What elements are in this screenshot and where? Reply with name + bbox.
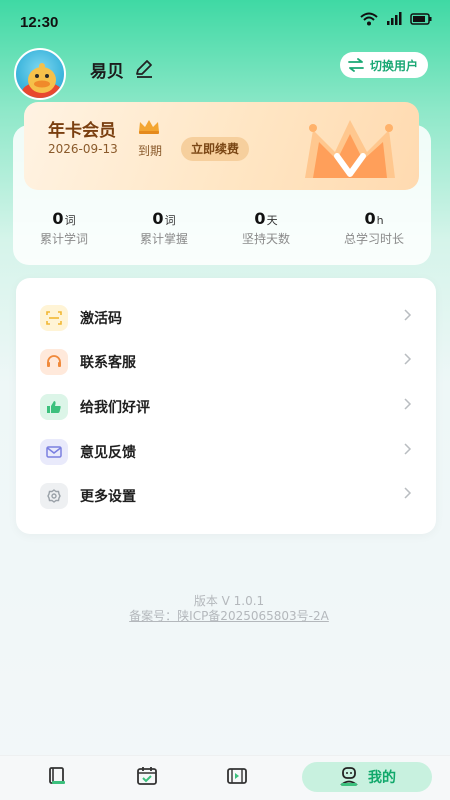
stat-value: 0 (152, 209, 164, 228)
mail-icon (40, 439, 68, 465)
battery-icon (410, 13, 432, 25)
menu-label: 更多设置 (80, 489, 136, 505)
membership-title: 年卡会员 (48, 121, 116, 141)
renew-button[interactable]: 立即续费 (181, 137, 250, 161)
stat-words-learned: 0词 累计学词 (14, 209, 114, 247)
switch-user-label: 切换用户 (369, 58, 418, 73)
crown-icon (139, 120, 159, 134)
membership-card[interactable]: 年卡会员 2026-09-13 到期 立即续费 (24, 102, 419, 190)
calendar-check-icon[interactable] (136, 766, 158, 786)
nav-tab-mine-label: 我的 (368, 770, 396, 786)
crown-illustration (305, 120, 395, 178)
menu-item-feedback[interactable]: 意见反馈 (16, 430, 436, 474)
thumbs-up-icon (40, 394, 68, 420)
stat-total-study-time: 0h 总学习时长 (324, 209, 424, 247)
signal-icon (387, 12, 402, 25)
chevron-right-icon (404, 487, 412, 499)
menu-card: 激活码 联系客服 给我们好评 意见反馈 更多设置 (16, 278, 436, 534)
scan-code-icon (40, 305, 68, 331)
menu-label: 激活码 (80, 311, 122, 327)
stat-unit: 词 (164, 214, 176, 227)
book-icon[interactable] (47, 766, 67, 786)
status-bar: 12:30 (0, 0, 450, 44)
stat-unit: 天 (266, 214, 278, 227)
swap-arrows-icon (348, 58, 364, 72)
gear-icon (40, 483, 68, 509)
stat-words-mastered: 0词 累计掌握 (114, 209, 214, 247)
user-name: 易贝 (90, 62, 124, 82)
stat-value: 0 (254, 209, 266, 228)
stat-label: 累计掌握 (139, 232, 188, 246)
edit-icon[interactable] (133, 57, 155, 79)
duck-avatar-image (22, 63, 62, 98)
expire-label: 到期 (138, 144, 163, 158)
wifi-icon (360, 12, 378, 26)
nav-tab-mine[interactable]: 我的 (302, 762, 432, 792)
headset-icon (40, 349, 68, 375)
menu-label: 给我们好评 (80, 400, 150, 416)
menu-item-rate-us[interactable]: 给我们好评 (16, 385, 436, 429)
menu-item-contact-support[interactable]: 联系客服 (16, 340, 436, 384)
avatar[interactable] (14, 48, 66, 100)
chevron-right-icon (404, 398, 412, 410)
stat-unit: h (376, 214, 384, 227)
stat-label: 总学习时长 (343, 232, 404, 246)
status-time: 12:30 (20, 14, 59, 31)
icp-record-link[interactable]: 备案号：陕ICP备2025065803号-2A (0, 607, 450, 624)
stat-label: 累计学词 (39, 232, 88, 246)
chevron-right-icon (404, 309, 412, 321)
stat-value: 0 (364, 209, 376, 228)
menu-label: 联系客服 (80, 355, 136, 371)
user-profile-icon (340, 767, 358, 786)
menu-item-activation-code[interactable]: 激活码 (16, 296, 436, 340)
chevron-right-icon (404, 443, 412, 455)
expire-date: 2026-09-13 (48, 142, 118, 156)
stat-label: 坚持天数 (241, 232, 290, 246)
status-icons (360, 12, 432, 26)
stat-value: 0 (52, 209, 64, 228)
menu-item-more-settings[interactable]: 更多设置 (16, 474, 436, 518)
chevron-right-icon (404, 353, 412, 365)
video-icon[interactable] (226, 766, 248, 786)
stat-unit: 词 (64, 214, 76, 227)
bottom-nav: 我的 (0, 755, 450, 800)
switch-user-button[interactable]: 切换用户 (339, 52, 428, 78)
menu-label: 意见反馈 (80, 445, 136, 461)
stat-streak-days: 0天 坚持天数 (216, 209, 316, 247)
